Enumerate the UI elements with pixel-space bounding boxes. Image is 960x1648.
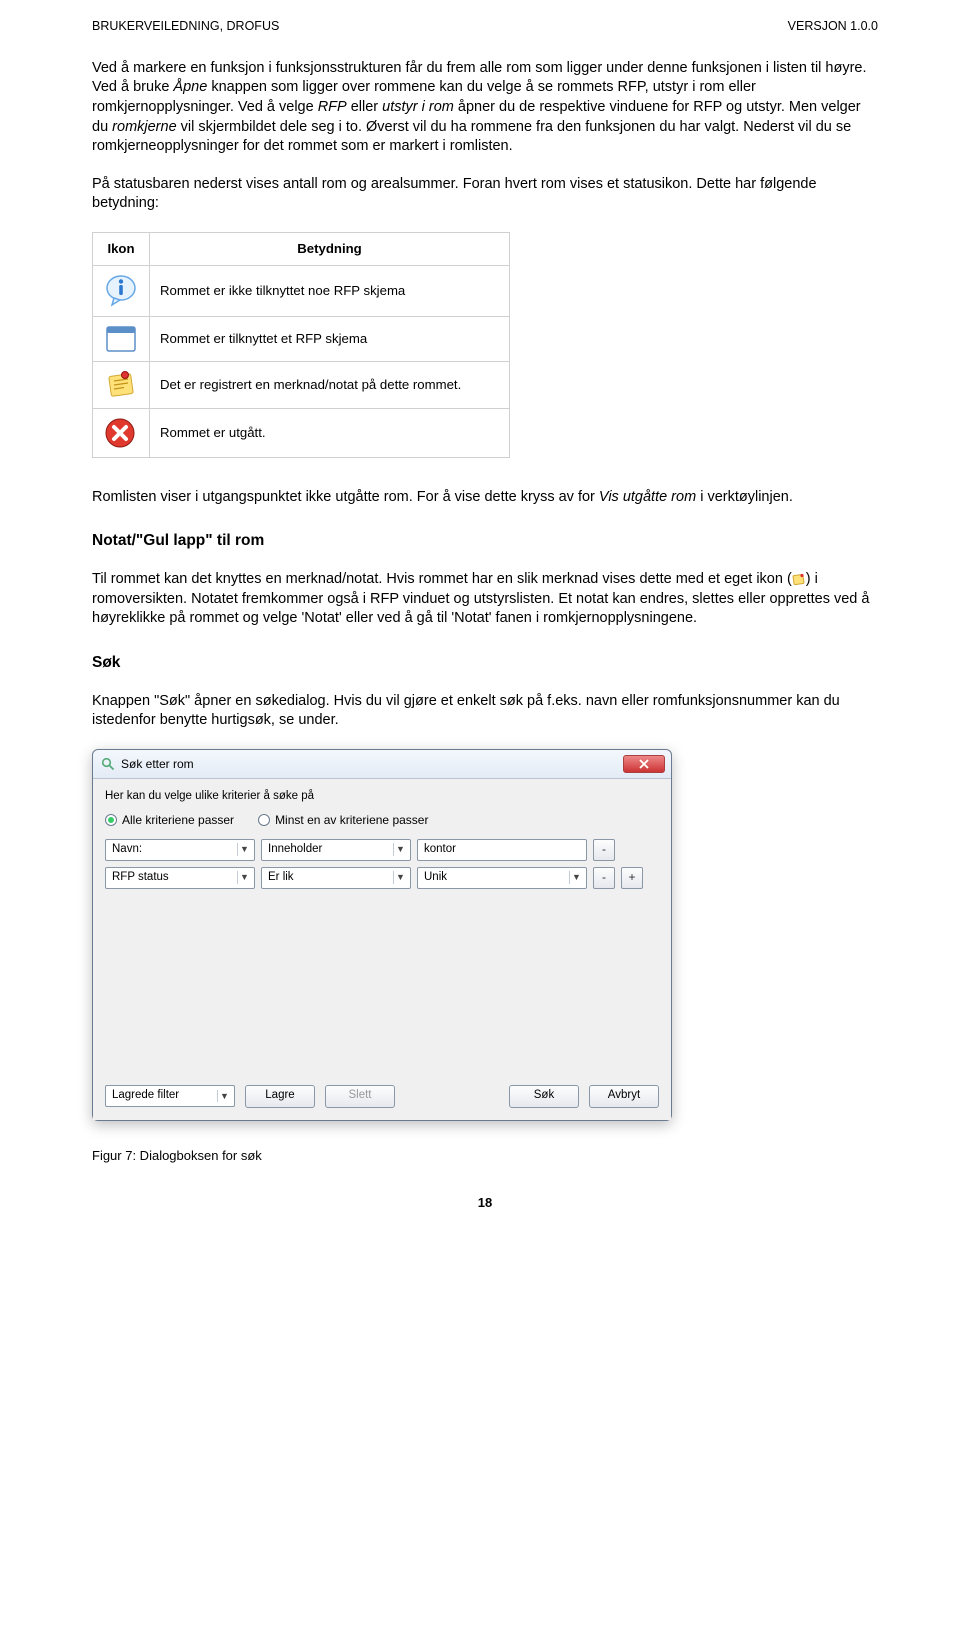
heading-notat: Notat/"Gul lapp" til rom	[92, 531, 878, 552]
table-row: Rommet er utgått.	[93, 408, 510, 457]
operator-combo[interactable]: Inneholder▼	[261, 839, 411, 861]
radio-one-criterion[interactable]: Minst en av kriteriene passer	[258, 812, 428, 828]
radio-all-criteria[interactable]: Alle kriteriene passer	[105, 812, 234, 828]
dialog-close-button[interactable]	[623, 755, 665, 773]
value-combo[interactable]: Unik▼	[417, 867, 587, 889]
sok-paragraph: Knappen "Søk" åpner en søkedialog. Hvis …	[92, 692, 878, 731]
criteria-row: Navn:▼ Inneholder▼ kontor -	[105, 839, 659, 861]
table-row: Det er registrert en merknad/notat på de…	[93, 361, 510, 408]
page-number: 18	[92, 1194, 878, 1212]
field-combo[interactable]: Navn:▼	[105, 839, 255, 861]
saved-filters-combo[interactable]: Lagrede filter▼	[105, 1085, 235, 1107]
window-icon	[103, 324, 139, 354]
criteria-row: RFP status▼ Er lik▼ Unik▼ - +	[105, 867, 659, 889]
radio-dot-icon	[258, 814, 270, 826]
paragraph-2: På statusbaren nederst vises antall rom …	[92, 175, 878, 214]
chevron-down-icon: ▼	[217, 1090, 231, 1102]
search-small-icon	[101, 757, 115, 771]
cancel-button[interactable]: Avbryt	[589, 1085, 659, 1108]
romliste-paragraph: Romlisten viser i utgangspunktet ikke ut…	[92, 488, 878, 508]
note-icon	[103, 369, 139, 401]
dialog-titlebar[interactable]: Søk etter rom	[93, 750, 671, 779]
notat-paragraph: Til rommet kan det knyttes en merknad/no…	[92, 570, 878, 629]
remove-criterion-button[interactable]: -	[593, 867, 615, 889]
add-criterion-button[interactable]: +	[621, 867, 643, 889]
field-combo[interactable]: RFP status▼	[105, 867, 255, 889]
icon-meaning-table: Ikon Betydning Rommet er ikke tilknyttet…	[92, 232, 510, 458]
th-meaning: Betydning	[150, 232, 510, 265]
save-button[interactable]: Lagre	[245, 1085, 315, 1108]
chevron-down-icon: ▼	[237, 871, 251, 883]
chevron-down-icon: ▼	[569, 871, 583, 883]
table-row: Rommet er tilknyttet et RFP skjema	[93, 316, 510, 361]
info-icon	[103, 273, 139, 309]
value-input[interactable]: kontor	[417, 839, 587, 861]
figure-caption: Figur 7: Dialogboksen for søk	[92, 1147, 878, 1165]
radio-dot-checked-icon	[105, 814, 117, 826]
note-inline-icon	[792, 573, 806, 586]
delete-button[interactable]: Slett	[325, 1085, 395, 1108]
dialog-title: Søk etter rom	[121, 756, 194, 772]
header-left: BRUKERVEILEDNING, DROFUS	[92, 18, 279, 35]
paragraph-1: Ved å markere en funksjon i funksjonsstr…	[92, 59, 878, 157]
header-right: VERSJON 1.0.0	[788, 18, 878, 35]
search-button[interactable]: Søk	[509, 1085, 579, 1108]
chevron-down-icon: ▼	[393, 843, 407, 855]
error-icon	[103, 416, 139, 450]
remove-criterion-button[interactable]: -	[593, 839, 615, 861]
operator-combo[interactable]: Er lik▼	[261, 867, 411, 889]
dialog-instruction: Her kan du velge ulike kriterier å søke …	[105, 789, 659, 805]
chevron-down-icon: ▼	[237, 843, 251, 855]
chevron-down-icon: ▼	[393, 871, 407, 883]
search-dialog: Søk etter rom Her kan du velge ulike kri…	[92, 749, 672, 1121]
heading-sok: Søk	[92, 653, 878, 674]
th-icon: Ikon	[93, 232, 150, 265]
table-row: Rommet er ikke tilknyttet noe RFP skjema	[93, 265, 510, 316]
